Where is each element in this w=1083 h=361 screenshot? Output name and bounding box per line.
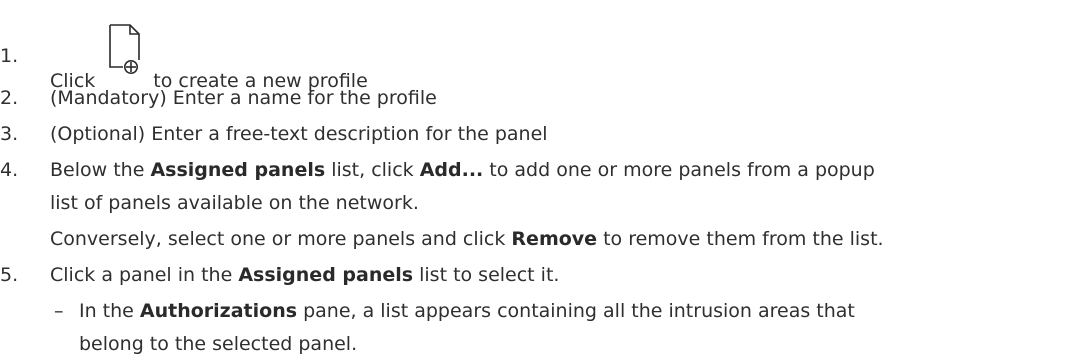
ui-term-authorizations: Authorizations	[139, 300, 298, 322]
ui-term-assigned-panels: Assigned panels	[238, 264, 414, 286]
document-page: { "steps": [ {"num": "1.", "before": "Cl…	[0, 0, 1083, 361]
text-run: list to select it.	[413, 264, 560, 286]
text-run: Click a panel in the	[50, 264, 239, 286]
step-number: 1.	[0, 45, 19, 67]
step-text-line-3: Conversely, select one or more panels an…	[50, 228, 884, 250]
step-number: 5.	[0, 264, 19, 286]
text-run: list, click	[325, 159, 420, 181]
step-number: 4.	[0, 159, 19, 181]
step-text: (Mandatory) Enter a name for the profile	[50, 87, 437, 109]
sub-text-line-2: belong to the selected panel.	[79, 333, 358, 355]
text-run: In the	[79, 300, 140, 322]
new-profile-icon	[105, 24, 147, 93]
ui-term-add: Add...	[419, 159, 484, 181]
text-run: pane, a list appears containing all the …	[297, 300, 855, 322]
sub-bullet-dash: –	[54, 300, 64, 322]
ui-term-remove: Remove	[511, 228, 598, 250]
step-number: 2.	[0, 87, 19, 109]
step-text-line-1: Click a panel in the Assigned panels lis…	[50, 264, 559, 286]
sub-text-line-1: In the Authorizations pane, a list appea…	[79, 300, 855, 322]
text-run: to add one or more panels from a popup	[483, 159, 875, 181]
step-text-line-2: list of panels available on the network.	[50, 192, 419, 214]
step-number: 3.	[0, 123, 19, 145]
text-run: to remove them from the list.	[597, 228, 884, 250]
text-run: Conversely, select one or more panels an…	[50, 228, 512, 250]
step-text: (Optional) Enter a free-text description…	[50, 123, 548, 145]
step-text-line-1: Below the Assigned panels list, click Ad…	[50, 159, 875, 181]
ui-term-assigned-panels: Assigned panels	[150, 159, 326, 181]
text-run: Below the	[50, 159, 151, 181]
step-text: Click to create a new profile	[50, 24, 368, 93]
